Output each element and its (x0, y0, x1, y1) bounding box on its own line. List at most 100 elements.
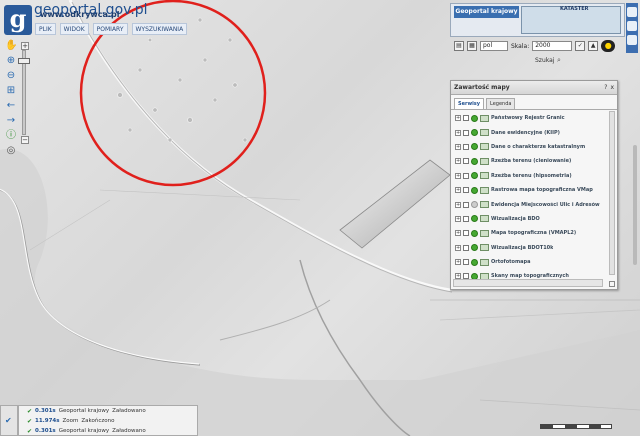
layer-checkbox[interactable] (463, 230, 469, 237)
zoom-out-icon[interactable]: ⊖ (5, 70, 17, 82)
layer-checkbox[interactable] (463, 158, 469, 165)
layer-name: Mapa topograficzna (VMAPL2) (491, 230, 577, 237)
layers-scrollbar[interactable] (609, 111, 615, 275)
layer-toggle-icon[interactable]: ▲ (588, 41, 599, 51)
table-icon[interactable]: ▦ (467, 41, 477, 51)
info-icon[interactable]: ⓘ (5, 130, 17, 142)
layer-checkbox[interactable] (463, 244, 469, 251)
back-arrow-icon[interactable]: ← (5, 100, 17, 112)
layer-checkbox[interactable] (463, 129, 469, 136)
layer-status-icon (471, 229, 478, 237)
expand-icon[interactable]: + (455, 158, 461, 165)
scale-confirm-icon[interactable]: ✓ (575, 41, 586, 51)
layer-status-icon (471, 129, 478, 137)
layer-checkbox[interactable] (463, 215, 469, 222)
layer-row[interactable]: + Ewidencja Miejscowości Ulic i Adresów (451, 197, 609, 211)
layer-row[interactable]: + Państwowy Rejestr Granic (451, 111, 609, 125)
layers-list: + Państwowy Rejestr Granic + Dane ewidencyj… (451, 111, 609, 284)
ok-check-icon: ✔ (27, 427, 33, 435)
scale-input[interactable]: 2000 (532, 41, 573, 51)
status-label: Zoom (62, 418, 79, 424)
layer-name: Rastrowa mapa topograficzna VMap (491, 187, 593, 194)
locate-icon[interactable]: ◎ (5, 145, 17, 157)
menu-widok[interactable]: WIDOK (59, 23, 89, 35)
layer-row[interactable]: + Dane o charakterze katastralnym (451, 140, 609, 154)
status-log: ✔ 0.301s Geoportal krajowy Załadowano ✔ 11.97… (18, 405, 198, 436)
layer-name: Rzeźba terenu (hipsometria) (491, 172, 572, 179)
navigation-toolbar: ✋ ⊕ ⊖ ⊞ ← → ⓘ ◎ (3, 40, 19, 157)
pan-hand-icon[interactable]: ✋ (5, 40, 17, 52)
help-icon[interactable] (627, 7, 637, 17)
status-time: 0.301s (35, 428, 56, 434)
layer-checkbox[interactable] (463, 143, 469, 150)
print-icon[interactable]: ▤ (454, 41, 464, 51)
status-time: 0.301s (35, 408, 56, 414)
collapse-icon[interactable] (627, 35, 637, 45)
ok-check-icon: ✔ (27, 407, 33, 415)
layer-type-icon (480, 244, 489, 252)
expand-icon[interactable]: + (455, 215, 461, 222)
menu-pomiary[interactable]: POMIARY (92, 23, 128, 35)
zoom-minus-icon[interactable]: − (21, 136, 29, 144)
panel-help-button[interactable]: ? (604, 84, 607, 91)
expand-icon[interactable]: + (455, 172, 461, 179)
tab-serwisy[interactable]: Serwisy (454, 98, 485, 109)
layers-panel-footer (453, 279, 603, 287)
layer-checkbox[interactable] (463, 115, 469, 122)
layer-type-icon (480, 157, 489, 165)
status-row: ✔ 0.301s Geoportal krajowy Załadowano (19, 426, 197, 436)
expand-icon[interactable]: + (455, 143, 461, 150)
layers-panel-header: Zawartość mapy ? x (451, 81, 617, 95)
layers-panel-title: Zawartość mapy (454, 84, 510, 91)
zoom-slider-handle[interactable] (18, 58, 30, 64)
layer-name: Wizualizacja BDO (491, 215, 540, 222)
resize-icon[interactable] (609, 281, 615, 287)
geoportal-logo: g (4, 5, 32, 35)
layer-checkbox[interactable] (463, 187, 469, 194)
zoom-plus-icon[interactable]: + (21, 42, 29, 50)
expand-icon[interactable]: + (455, 201, 461, 208)
eye-icon[interactable]: ● (601, 40, 616, 52)
expand-icon[interactable]: + (455, 259, 461, 266)
menu-wyszukiwania[interactable]: WYSZUKIWANIA (131, 23, 188, 35)
map-toolbar: ▤ ▦ pol Skala: 2000 ✓ ▲ ● (450, 38, 625, 54)
layer-checkbox[interactable] (463, 259, 469, 266)
layer-status-icon (471, 157, 478, 165)
layer-row[interactable]: + Rastrowa mapa topograficzna VMap (451, 183, 609, 197)
layer-row[interactable]: + Ortofotomapa (451, 255, 609, 269)
search-icon[interactable]: ⌕ (557, 56, 565, 64)
layer-row[interactable]: + Wizualizacja BDOT10k (451, 241, 609, 255)
layer-row[interactable]: + Dane ewidencyjne (KIIP) (451, 125, 609, 139)
layer-status-icon (471, 143, 478, 151)
status-toggle[interactable]: ✔ (0, 405, 18, 436)
expand-icon[interactable]: + (455, 187, 461, 194)
check-icon: ✔ (5, 416, 12, 425)
settings-icon[interactable] (627, 21, 637, 31)
layer-checkbox[interactable] (463, 201, 469, 208)
zoom-box-icon[interactable]: ⊞ (5, 85, 17, 97)
menu-plik[interactable]: PLIK (35, 23, 56, 35)
zoom-in-icon[interactable]: ⊕ (5, 55, 17, 67)
status-time: 11.974s (35, 418, 60, 424)
layer-checkbox[interactable] (463, 172, 469, 179)
layer-name: Państwowy Rejestr Granic (491, 115, 565, 122)
layer-row[interactable]: + Mapa topograficzna (VMAPL2) (451, 226, 609, 240)
expand-icon[interactable]: + (455, 230, 461, 237)
layer-row[interactable]: + Rzeźba terenu (cieniowanie) (451, 154, 609, 168)
layers-scrollbar-thumb[interactable] (633, 145, 637, 265)
layer-status-icon (471, 201, 478, 209)
expand-icon[interactable]: + (455, 115, 461, 122)
portal-title[interactable]: Geoportal krajowy (454, 6, 519, 18)
search-label[interactable]: Szukaj (535, 57, 554, 64)
panel-close-button[interactable]: x (610, 84, 614, 91)
layer-row[interactable]: + Rzeźba terenu (hipsometria) (451, 169, 609, 183)
unit-select[interactable]: pol (480, 41, 508, 51)
forward-arrow-icon[interactable]: → (5, 115, 17, 127)
layer-type-icon (480, 114, 489, 122)
status-row: ✔ 0.301s Geoportal krajowy Załadowano (19, 406, 197, 416)
layer-row[interactable]: + Wizualizacja BDO (451, 212, 609, 226)
expand-icon[interactable]: + (455, 129, 461, 136)
expand-icon[interactable]: + (455, 244, 461, 251)
layer-type-icon (480, 229, 489, 237)
tab-legenda[interactable]: Legenda (486, 98, 516, 109)
